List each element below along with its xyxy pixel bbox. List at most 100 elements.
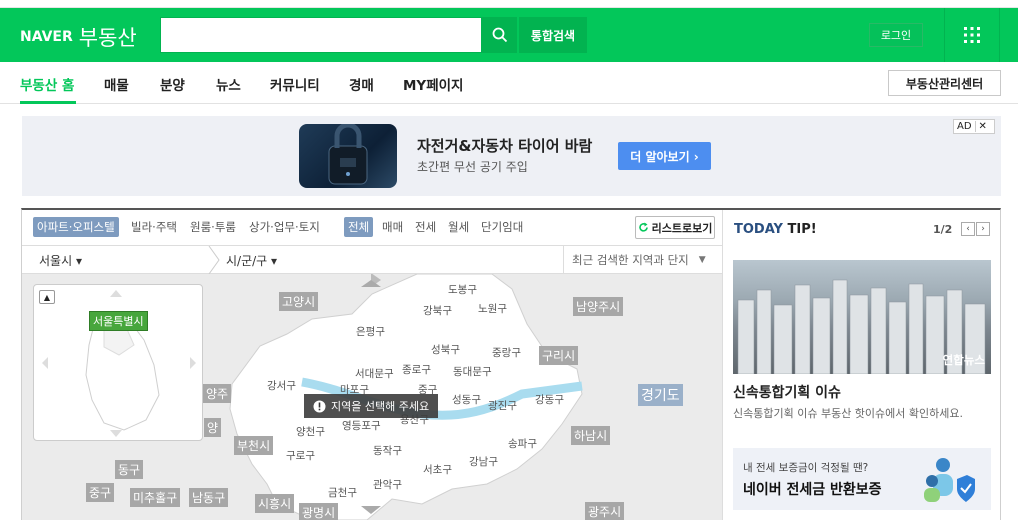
city-select[interactable]: 서울시 ▾ [39, 252, 82, 269]
search-button[interactable] [482, 17, 517, 53]
district-select[interactable]: 시/군/구 ▾ [226, 252, 277, 269]
map-district-yeongdeungpo[interactable]: 영등포구 [342, 418, 381, 433]
nav-auction[interactable]: 경매 [349, 74, 374, 94]
map-district-seongbuk[interactable]: 성북구 [431, 342, 460, 357]
map-district-seongdong[interactable]: 성동구 [452, 392, 481, 407]
tip-prev-icon[interactable]: ‹ [961, 222, 975, 236]
region-map[interactable]: ▲ 서울특별시 고양시 남양주시 구리시 경기도 하남시 부천시 광명시 시흥시… [22, 274, 722, 520]
naver-logo-text: NAVER [20, 29, 73, 45]
map-district-gangdong[interactable]: 강동구 [535, 392, 564, 407]
map-district-yangcheon[interactable]: 양천구 [296, 424, 325, 439]
ad-close-icon[interactable]: ✕ [974, 121, 990, 132]
map-district-seocho[interactable]: 서초구 [423, 462, 452, 477]
map-district-gwangjin[interactable]: 광진구 [488, 398, 517, 413]
naver-land-logo[interactable]: NAVER 부동산 [20, 22, 137, 52]
service-menu-button[interactable] [944, 8, 1000, 62]
deal-jeonse[interactable]: 전세 [415, 219, 436, 235]
map-city-gwangju[interactable]: 광주시 [585, 502, 625, 520]
list-view-label: 리스트로보기 [651, 221, 713, 235]
select-region-text: 지역을 선택해 주세요 [331, 400, 430, 413]
district-select-label: 시/군/구 [226, 254, 268, 268]
map-panel: 아파트·오피스텔 빌라·주택 원룸·투룸 상가·업무·토지 전체 매매 전세 월… [21, 208, 1001, 520]
map-district-guro[interactable]: 구로구 [286, 448, 315, 463]
filter-villa[interactable]: 빌라·주택 [131, 219, 177, 235]
map-district-dongdaemun[interactable]: 동대문구 [453, 364, 492, 379]
nav-news[interactable]: 뉴스 [216, 74, 241, 94]
map-district-songpa[interactable]: 송파구 [508, 436, 537, 451]
deal-short-term[interactable]: 단기임대 [481, 219, 523, 235]
map-district-dobong[interactable]: 도봉구 [448, 282, 477, 297]
today-tip-panel: TODAY TIP! 1/2 ‹ › 연합뉴스 신속통합기획 이슈 신속통합기획… [722, 210, 1000, 520]
list-view-button[interactable]: 리스트로보기 [635, 216, 715, 239]
region-selector: 서울시 ▾ 시/군/구 ▾ 최근 검색한 지역과 단지 ▼ [22, 246, 722, 274]
management-center-button[interactable]: 부동산관리센터 [888, 70, 1001, 96]
map-district-geumcheon[interactable]: 금천구 [328, 485, 357, 500]
korea-minimap-icon [42, 290, 196, 437]
map-province-gyeonggi[interactable]: 경기도 [638, 384, 683, 406]
filter-commercial[interactable]: 상가·업무·토지 [249, 219, 320, 235]
map-city-goyang[interactable]: 고양시 [279, 292, 319, 311]
map-district-jongno[interactable]: 종로구 [402, 362, 431, 377]
map-district-gwanak[interactable]: 관악구 [373, 477, 402, 492]
tip-description: 신속통합기획 이슈 부동산 핫이슈에서 확인하세요. [733, 407, 964, 420]
search-input[interactable] [160, 17, 482, 53]
service-logo-text: 부동산 [78, 26, 137, 50]
map-district-gangnam[interactable]: 강남구 [469, 454, 498, 469]
ad-badge: AD ✕ [953, 119, 995, 134]
header: NAVER 부동산 통합검색 로그인 [0, 8, 1018, 62]
people-shield-icon [924, 458, 975, 502]
map-district-eunpyeong[interactable]: 은평구 [356, 324, 385, 339]
air-pump-icon [328, 124, 368, 185]
ad-subtitle: 초간편 무선 공기 주입 [417, 160, 528, 174]
map-district-gangbuk[interactable]: 강북구 [423, 303, 452, 318]
map-district-dongjak[interactable]: 동작구 [373, 443, 402, 458]
nav-mypage[interactable]: MY페이지 [403, 74, 463, 94]
jeonse-guarantee-banner[interactable]: 내 전세 보증금이 걱정될 땐? 네이버 전세금 반환보증 [733, 448, 991, 510]
filter-oneroom[interactable]: 원룸·투룸 [190, 219, 236, 235]
ad-banner[interactable]: 자전거&자동차 타이어 바람 초간편 무선 공기 주입 더 알아보기 › AD … [22, 116, 1001, 196]
nav-community[interactable]: 커뮤니티 [270, 74, 320, 94]
nav-presale[interactable]: 분양 [160, 74, 185, 94]
deal-all[interactable]: 전체 [344, 217, 374, 237]
minimap-seoul-label[interactable]: 서울특별시 [89, 311, 148, 331]
guarantee-title: 네이버 전세금 반환보증 [743, 482, 882, 498]
ad-learn-more-button[interactable]: 더 알아보기 › [618, 142, 711, 170]
guarantee-question: 내 전세 보증금이 걱정될 땐? [743, 462, 869, 474]
map-district-seodaemun[interactable]: 서대문구 [355, 366, 394, 381]
refresh-icon [638, 222, 648, 232]
map-city-bucheon[interactable]: 부천시 [234, 436, 274, 455]
ad-title: 자전거&자동차 타이어 바람 [417, 137, 593, 155]
map-district-jungnang[interactable]: 중랑구 [492, 345, 521, 360]
map-district-michuhol[interactable]: 미추홀구 [130, 488, 181, 507]
map-district-namdong[interactable]: 남동구 [189, 488, 229, 507]
tip-next-icon[interactable]: › [976, 222, 990, 236]
filter-apartment[interactable]: 아파트·오피스텔 [33, 217, 119, 237]
alert-icon [313, 400, 326, 412]
minimap[interactable]: ▲ 서울특별시 [33, 284, 203, 441]
nav-listings[interactable]: 매물 [104, 74, 129, 94]
map-city-siheung[interactable]: 시흥시 [255, 494, 295, 513]
minimap-collapse-icon[interactable]: ▲ [39, 290, 55, 304]
map-city-namyangju[interactable]: 남양주시 [573, 297, 624, 316]
nav-home[interactable]: 부동산 홈 [20, 74, 74, 94]
deal-monthly[interactable]: 월세 [448, 219, 469, 235]
tip-headline[interactable]: 신속통합기획 이슈 [733, 382, 841, 402]
map-city-hanam[interactable]: 하남시 [571, 426, 611, 445]
map-district-nowon[interactable]: 노원구 [478, 301, 507, 316]
tip-image[interactable]: 연합뉴스 [733, 260, 991, 374]
map-city-partial[interactable]: 양 [204, 418, 222, 437]
map-district-junggu-incheon[interactable]: 중구 [86, 483, 115, 502]
tip-page-counter: 1/2 [933, 223, 953, 236]
map-district-donggu[interactable]: 동구 [115, 460, 144, 479]
map-district-gangseo[interactable]: 강서구 [267, 378, 296, 393]
breadcrumb-separator-icon [208, 246, 220, 274]
map-city-guri[interactable]: 구리시 [539, 346, 579, 365]
deal-sale[interactable]: 매매 [382, 219, 403, 235]
map-city-yangju[interactable]: 양주 [203, 384, 232, 403]
filter-bar: 아파트·오피스텔 빌라·주택 원룸·투룸 상가·업무·토지 전체 매매 전세 월… [22, 210, 722, 246]
map-city-gwangmyeong[interactable]: 광명시 [299, 503, 339, 520]
login-button[interactable]: 로그인 [869, 23, 923, 47]
recent-search-dropdown[interactable]: 최근 검색한 지역과 단지 ▼ [563, 246, 722, 273]
total-search-button[interactable]: 통합검색 [519, 17, 587, 53]
main-nav: 부동산 홈 매물 분양 뉴스 커뮤니티 경매 MY페이지 부동산관리센터 [0, 62, 1018, 104]
